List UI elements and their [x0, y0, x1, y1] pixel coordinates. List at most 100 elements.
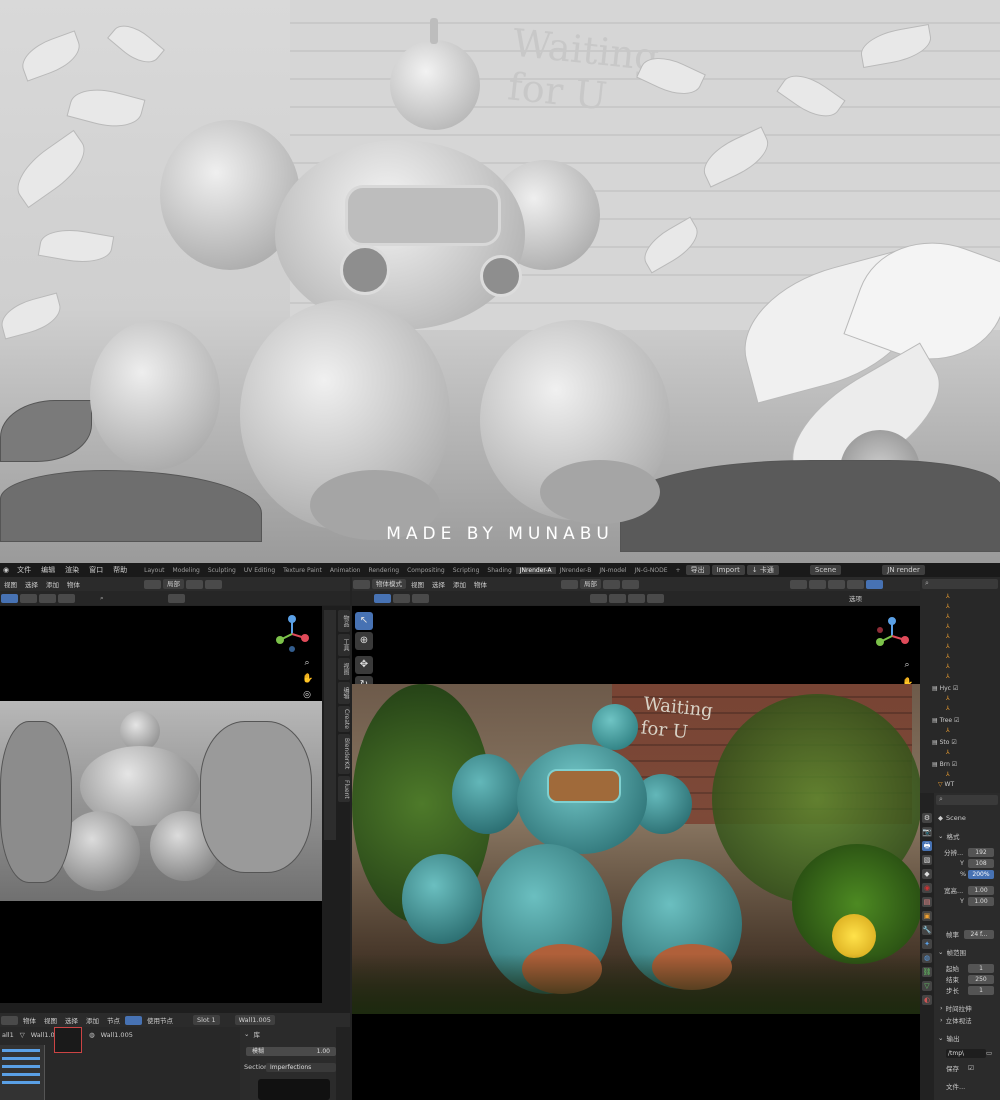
format-panel-header[interactable]: ⌄ 格式 — [938, 831, 959, 841]
outliner-row[interactable]: ⅄ — [920, 613, 1000, 623]
navigation-gizmo[interactable] — [272, 614, 312, 654]
right-pivot-dropdown[interactable]: 局部 — [580, 579, 601, 589]
stereo-header[interactable]: › 立体视法 — [940, 1015, 972, 1025]
world-tab-icon[interactable]: ◉ — [922, 883, 932, 893]
blend-field[interactable]: 模糊 1.00 — [246, 1047, 336, 1056]
outliner-collection[interactable]: ▤ Tree ☑ — [920, 717, 1000, 727]
outliner-row[interactable]: ⅄ — [920, 673, 1000, 683]
select-box-icon[interactable] — [374, 593, 391, 603]
zoom-icon[interactable]: ⌕ — [302, 658, 312, 668]
tab-compositing[interactable]: Compositing — [403, 567, 449, 574]
cursor-tool-icon[interactable]: ⊕ — [355, 632, 373, 650]
folder-icon[interactable]: ▭ — [986, 1048, 992, 1058]
shader-menu-add[interactable]: 添加 — [82, 1015, 103, 1025]
left-menu-object[interactable]: 物体 — [63, 579, 84, 589]
left-menu-add[interactable]: 添加 — [42, 579, 63, 589]
shading-icon[interactable] — [647, 593, 664, 603]
tab-fluent[interactable]: Fluent — [338, 776, 350, 802]
outliner-row[interactable]: ⅄ — [920, 727, 1000, 737]
right-menu-object[interactable]: 物体 — [470, 579, 491, 589]
proportional-icon[interactable] — [622, 579, 639, 589]
properties-search[interactable]: ⌕ — [936, 795, 998, 805]
shading-solid-icon[interactable] — [828, 579, 845, 589]
overlay-icon[interactable] — [1, 593, 18, 603]
menu-file[interactable]: 文件 — [12, 565, 36, 575]
outliner-row[interactable]: ⅄ — [920, 603, 1000, 613]
outliner-row[interactable]: ⅄ — [920, 593, 1000, 603]
zoom-icon[interactable]: ⌕ — [902, 660, 912, 670]
tab-texture-paint[interactable]: Texture Paint — [279, 567, 326, 574]
material-tab-icon[interactable]: ◐ — [922, 995, 932, 1005]
xray-icon[interactable] — [809, 579, 826, 589]
scene-tab-icon[interactable]: ◆ — [922, 869, 932, 879]
modifier-tab-icon[interactable]: 🔧 — [922, 925, 932, 935]
import-button[interactable]: Import — [711, 565, 745, 575]
breadcrumb-item[interactable]: Wall1.005 — [101, 1031, 133, 1039]
export-button[interactable]: 导出 — [685, 565, 710, 575]
save-checkbox[interactable]: ☑ — [968, 1063, 974, 1073]
object-mode-dropdown[interactable]: 物体模式 — [372, 579, 406, 589]
export-toon-button[interactable]: ↓ 卡通 — [746, 565, 779, 575]
tab-edit[interactable]: 编辑 — [338, 682, 350, 704]
frame-start-field[interactable]: 1 — [968, 964, 994, 973]
outliner-row[interactable]: ⅄ — [920, 705, 1000, 715]
outliner-row[interactable]: ⅄ — [920, 653, 1000, 663]
shading-icon[interactable] — [628, 593, 645, 603]
left-3d-viewport[interactable]: ⌕ ✋ ◎ — [0, 606, 322, 1003]
material-selector[interactable]: Wall1.005 — [234, 1015, 275, 1025]
options-dropdown[interactable]: 选项 — [845, 593, 866, 603]
outliner-collection[interactable]: ▤ Brn ☑ — [920, 761, 1000, 771]
frame-end-field[interactable]: 250 — [968, 975, 994, 984]
resolution-x-field[interactable]: 192 — [968, 848, 994, 857]
tab-view[interactable]: 视图 — [338, 658, 350, 680]
shading-material-icon[interactable] — [39, 593, 56, 603]
editor-type-icon[interactable] — [353, 579, 370, 589]
output-tab-icon[interactable]: 🖶 — [922, 841, 932, 851]
tab-jn-g-node[interactable]: JN-G-NODE — [630, 567, 671, 574]
output-path-field[interactable]: /tmp\ — [946, 1049, 986, 1058]
shader-menu-view[interactable]: 视图 — [40, 1015, 61, 1025]
outliner-row[interactable]: ⅄ — [920, 771, 1000, 781]
tab-rendering[interactable]: Rendering — [364, 567, 403, 574]
tab-shading[interactable]: Shading — [483, 567, 515, 574]
menu-help[interactable]: 帮助 — [108, 565, 132, 575]
outliner-search[interactable]: ⌕ — [922, 579, 998, 589]
shader-menu-select[interactable]: 选择 — [61, 1015, 82, 1025]
tab-jn-model[interactable]: JN-model — [595, 567, 630, 574]
view-layer-selector[interactable]: JN render — [882, 565, 925, 575]
aspect-y-field[interactable]: 1.00 — [968, 897, 994, 906]
tab-scripting[interactable]: Scripting — [449, 567, 484, 574]
menu-window[interactable]: 窗口 — [84, 565, 108, 575]
snap-icon[interactable] — [603, 579, 620, 589]
use-nodes-checkbox[interactable] — [125, 1015, 142, 1025]
tab-item[interactable]: 物品 — [338, 610, 350, 632]
tab-modeling[interactable]: Modeling — [169, 567, 204, 574]
scene-selector[interactable]: Scene — [809, 565, 842, 575]
resolution-percent-field[interactable]: 200% — [968, 870, 994, 879]
camera-view-icon[interactable]: ◎ — [302, 690, 312, 700]
outliner-collection[interactable]: ▤ Hyc ☑ — [920, 685, 1000, 695]
left-pivot-dropdown[interactable]: 局部 — [163, 579, 184, 589]
outliner-row[interactable]: ⅄ — [920, 633, 1000, 643]
search-icon[interactable]: ⌕ — [96, 594, 108, 603]
slot-dropdown[interactable]: Slot 1 — [193, 1015, 220, 1025]
select-mode-icon[interactable] — [393, 593, 410, 603]
tool-tab-icon[interactable]: ⚙ — [922, 813, 932, 823]
move-tool-icon[interactable]: ✥ — [355, 656, 373, 674]
select-mode-icon[interactable] — [412, 593, 429, 603]
time-stretch-header[interactable]: › 时间拉伸 — [940, 1003, 972, 1013]
snap-icon[interactable] — [186, 579, 203, 589]
navigation-gizmo[interactable] — [872, 616, 912, 656]
frame-step-field[interactable]: 1 — [968, 986, 994, 995]
aspect-x-field[interactable]: 1.00 — [968, 886, 994, 895]
menu-edit[interactable]: 编辑 — [36, 565, 60, 575]
tab-uv-editing[interactable]: UV Editing — [240, 567, 279, 574]
scroll-track[interactable] — [324, 610, 336, 840]
tab-jnrender-b[interactable]: JNrender-B — [556, 567, 596, 574]
tab-sculpting[interactable]: Sculpting — [204, 567, 240, 574]
overlay-icon[interactable] — [590, 593, 607, 603]
tab-jnrender-a[interactable]: JNrender-A — [515, 566, 556, 574]
tab-create[interactable]: Create — [338, 706, 350, 732]
shader-menu-node[interactable]: 节点 — [103, 1015, 124, 1025]
add-workspace-button[interactable]: + — [672, 567, 685, 574]
